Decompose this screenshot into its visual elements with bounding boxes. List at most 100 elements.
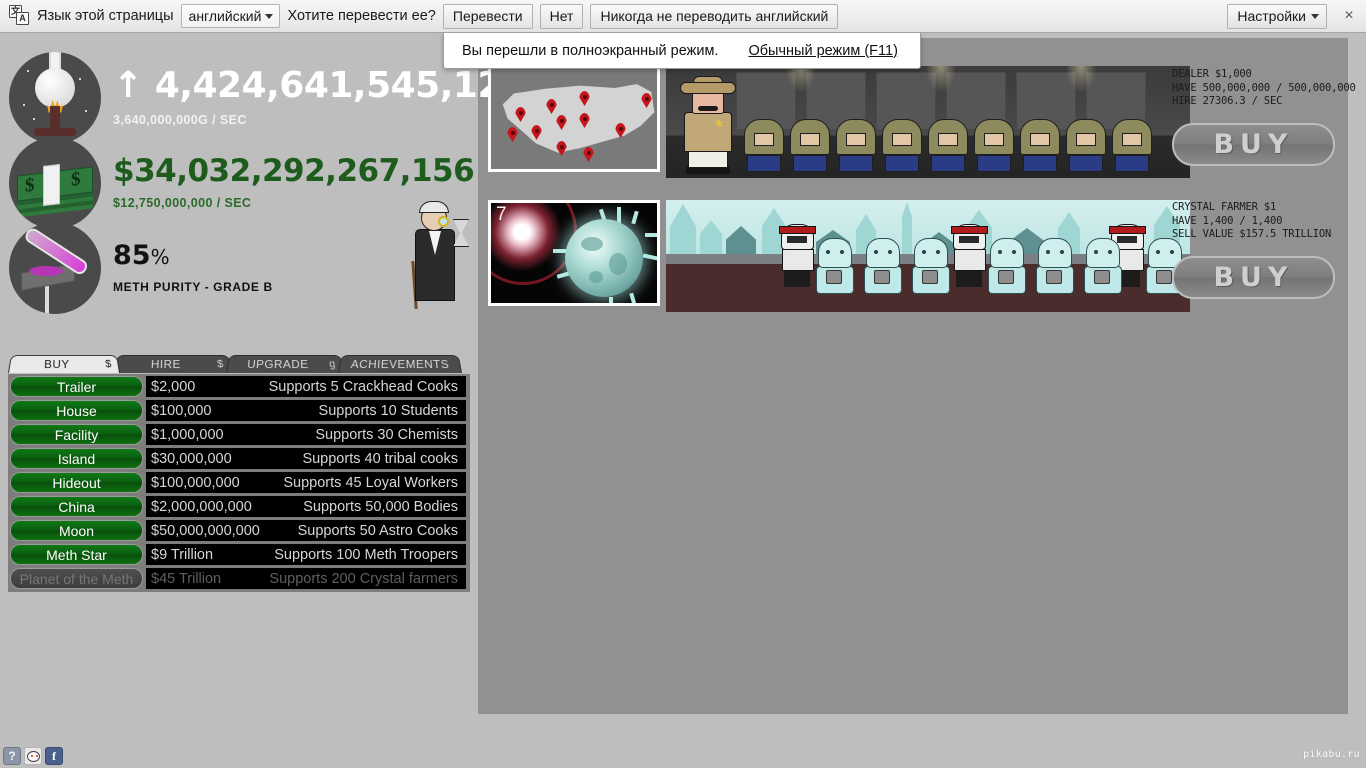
buy-info: $45 Trillion Supports 200 Crystal farmer… <box>146 568 466 589</box>
purity-label: METH PURITY - GRADE B <box>113 279 273 294</box>
map-background <box>491 69 657 169</box>
scene-row-crystal: 7 <box>488 200 1190 312</box>
language-select-value: английский <box>188 8 262 24</box>
tab-upgrade[interactable]: UPGRADE g <box>226 355 344 373</box>
never-translate-button[interactable]: Никогда не переводить английский <box>590 3 839 29</box>
reddit-icon[interactable] <box>24 747 42 765</box>
settings-button-label: Настройки <box>1237 8 1306 24</box>
infobar-label: Язык этой страницы <box>37 8 174 24</box>
table-row: Planet of the Meth $45 Trillion Supports… <box>8 567 470 590</box>
money-stat-row: $ $ $34,032,292,267,156 $12,750,000,000 … <box>0 136 475 229</box>
chevron-down-icon <box>265 14 274 19</box>
buy-desc: Supports 50,000 Bodies <box>303 498 458 515</box>
buy-button[interactable]: Island <box>10 448 143 469</box>
tab-achievements[interactable]: ACHIEVEMENTS <box>338 355 462 373</box>
buy-button-locked: Planet of the Meth <box>10 568 143 589</box>
table-row[interactable]: Facility $1,000,000 Supports 30 Chemists <box>8 423 470 446</box>
buy-desc: Supports 200 Crystal farmers <box>269 570 458 587</box>
table-row[interactable]: Trailer $2,000 Supports 5 Crackhead Cook… <box>8 375 470 398</box>
translate-button[interactable]: Перевести <box>442 3 533 29</box>
translate-icon: 文 A <box>8 5 30 27</box>
meth-arrow-icon: ↑ <box>113 65 143 106</box>
worker-character <box>928 119 968 174</box>
buy-info: $9 Trillion Supports 100 Meth Troopers <box>146 544 466 565</box>
buy-info: $50,000,000,000 Supports 50 Astro Cooks <box>146 520 466 541</box>
exit-fullscreen-link[interactable]: Обычный режим (F11) <box>748 43 897 59</box>
tab-hire[interactable]: HIRE $ <box>114 355 232 373</box>
tab-upgrade-label: UPGRADE <box>246 357 309 372</box>
buy-button[interactable]: Trailer <box>10 376 143 397</box>
worker-character <box>790 119 830 174</box>
usa-map-shape <box>502 84 655 153</box>
buy-button[interactable]: Meth Star <box>10 544 143 565</box>
crystal-farmer-title: CRYSTAL FARMER $1 <box>1172 201 1277 213</box>
crystal-farmer-character <box>862 238 904 294</box>
close-infobar-button[interactable]: × <box>1338 4 1360 29</box>
police-lineup-stage[interactable] <box>666 66 1190 178</box>
tab-buy-label: BUY <box>43 357 70 372</box>
chevron-down-icon <box>1311 14 1319 19</box>
tab-buy[interactable]: BUY $ <box>8 355 120 373</box>
crystal-farmer-info-panel: CRYSTAL FARMER $1 HAVE 1,400 / 1,400 SEL… <box>1172 201 1364 299</box>
crystal-farmer-character <box>1082 238 1124 294</box>
watermark: pikabu.ru <box>1303 749 1360 760</box>
help-icon[interactable]: ? <box>3 747 21 765</box>
buy-button[interactable]: Moon <box>10 520 143 541</box>
settings-button[interactable]: Настройки <box>1227 3 1327 29</box>
meth-planet-thumbnail[interactable]: 7 <box>488 200 660 306</box>
table-row[interactable]: Meth Star $9 Trillion Supports 100 Meth … <box>8 543 470 566</box>
table-row[interactable]: Moon $50,000,000,000 Supports 50 Astro C… <box>8 519 470 542</box>
money-amount: $34,032,292,267,156 <box>113 152 475 189</box>
buy-button[interactable]: Hideout <box>10 472 143 493</box>
flask-icon <box>9 51 101 144</box>
buy-price: $2,000 <box>151 378 196 395</box>
dealer-rate: HIRE 27306.3 / SEC <box>1172 95 1283 107</box>
table-row[interactable]: House $100,000 Supports 10 Students <box>8 399 470 422</box>
buy-info: $2,000,000,000 Supports 50,000 Bodies <box>146 496 466 517</box>
buy-price: $50,000,000,000 <box>151 522 260 539</box>
buy-price: $100,000,000 <box>151 474 240 491</box>
buy-desc: Supports 45 Loyal Workers <box>283 474 458 491</box>
crystal-farmer-sell-value: SELL VALUE $157.5 TRILLION <box>1172 228 1332 240</box>
table-row[interactable]: Island $30,000,000 Supports 40 tribal co… <box>8 447 470 470</box>
stats-panel: ↑ 4,424,641,545,128G 3,640,000,000G / SE… <box>0 51 556 314</box>
map-pin <box>583 147 594 162</box>
facebook-icon[interactable]: f <box>45 747 63 765</box>
meth-stat-row: ↑ 4,424,641,545,128G 3,640,000,000G / SE… <box>0 51 556 144</box>
buy-price: $1,000,000 <box>151 426 224 443</box>
buy-button[interactable]: House <box>10 400 143 421</box>
decline-translate-button[interactable]: Нет <box>539 3 584 29</box>
worker-character <box>1020 119 1060 174</box>
crystal-farmer-character <box>1034 238 1076 294</box>
dealer-buy-button[interactable]: BUY <box>1172 122 1335 166</box>
worker-character <box>744 119 784 174</box>
tab-buy-currency: $ <box>104 358 113 371</box>
crystal-farmer-character <box>910 238 952 294</box>
worker-character <box>882 119 922 174</box>
monocle-icon <box>438 216 449 227</box>
usa-map-thumbnail[interactable] <box>488 66 660 172</box>
map-pin <box>507 127 518 142</box>
crystal-farmer-buy-button[interactable]: BUY <box>1172 255 1335 299</box>
purity-number: 85 <box>113 239 151 271</box>
dealer-have: HAVE 500,000,000 / 500,000,000 <box>1172 81 1356 94</box>
buy-button[interactable]: Facility <box>10 424 143 445</box>
crystal-cave-stage[interactable] <box>666 200 1190 312</box>
purity-value: 85% <box>113 242 273 269</box>
buy-desc: Supports 10 Students <box>318 402 458 419</box>
translate-infobar: 文 A Язык этой страницы английский Хотите… <box>0 0 1366 33</box>
table-row[interactable]: Hideout $100,000,000 Supports 45 Loyal W… <box>8 471 470 494</box>
language-select[interactable]: английский <box>180 4 281 28</box>
table-row[interactable]: China $2,000,000,000 Supports 50,000 Bod… <box>8 495 470 518</box>
purity-beaker-icon <box>9 221 101 314</box>
buy-button[interactable]: China <box>10 496 143 517</box>
worker-character <box>1066 119 1106 174</box>
buy-price: $100,000 <box>151 402 212 419</box>
buy-desc: Supports 50 Astro Cooks <box>297 522 458 539</box>
buy-desc: Supports 30 Chemists <box>315 426 458 443</box>
tab-hire-currency: $ <box>216 358 225 371</box>
purity-stat-row: 85% METH PURITY - GRADE B <box>0 221 470 314</box>
buy-info: $100,000 Supports 10 Students <box>146 400 466 421</box>
crystal-farmer-character <box>814 238 856 294</box>
buy-desc: Supports 40 tribal cooks <box>302 450 458 467</box>
